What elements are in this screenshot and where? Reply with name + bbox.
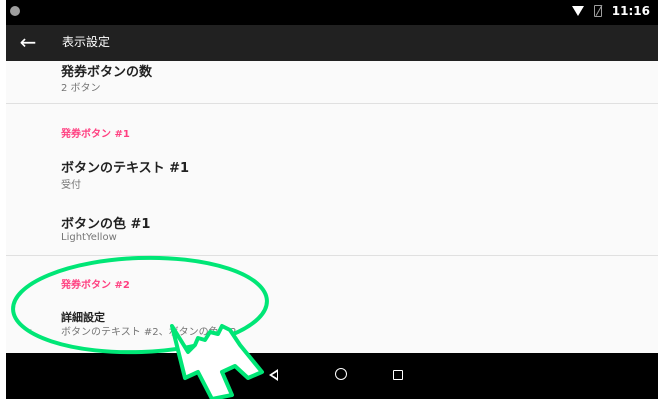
list-item-ticket-count[interactable]: 発券ボタンの数 2 ボタン xyxy=(6,61,658,103)
page-title: 表示設定 xyxy=(62,35,111,49)
status-bar: 11:16 xyxy=(6,0,658,25)
nav-recents-icon[interactable] xyxy=(388,365,408,385)
item-summary: 2 ボタン xyxy=(61,83,101,94)
item-summary: ボタンのテキスト #2、ボタンの色 #2 xyxy=(61,327,237,338)
device-screen: 11:16 ← 表示設定 発券ボタンの数 2 ボタン 発券ボタン #1 ボタンの… xyxy=(6,0,658,399)
category-header: 発券ボタン #1 xyxy=(61,129,130,140)
status-time: 11:16 xyxy=(611,4,650,18)
chevron-down-icon: ⌄ xyxy=(24,321,35,335)
item-summary: 受付 xyxy=(61,180,81,191)
no-sim-icon xyxy=(593,5,602,17)
app-bar: ← 表示設定 xyxy=(6,25,658,61)
navigation-bar xyxy=(6,353,658,399)
nav-home-icon[interactable] xyxy=(331,365,351,385)
list-item-button-text-1[interactable]: ボタンのテキスト #1 受付 xyxy=(6,149,658,197)
wifi-icon xyxy=(571,6,584,16)
item-summary: LightYellow xyxy=(61,232,117,243)
nav-back-icon[interactable] xyxy=(264,365,284,385)
notification-dot-icon xyxy=(10,6,20,16)
divider xyxy=(6,103,658,104)
item-title: ボタンの色 #1 xyxy=(61,217,151,232)
item-title: ボタンのテキスト #1 xyxy=(61,161,190,176)
back-arrow-icon[interactable]: ← xyxy=(16,30,40,54)
item-title: 発券ボタンの数 xyxy=(61,65,153,80)
list-item-button-color-1[interactable]: ボタンの色 #1 LightYellow xyxy=(6,205,658,255)
category-header: 発券ボタン #2 xyxy=(61,280,130,291)
settings-list: 発券ボタンの数 2 ボタン 発券ボタン #1 ボタンのテキスト #1 受付 ボタ… xyxy=(6,61,658,353)
status-icons: 11:16 xyxy=(571,4,650,18)
divider xyxy=(6,255,658,256)
list-item-advanced-settings[interactable]: ⌄ 詳細設定 ボタンのテキスト #2、ボタンの色 #2 xyxy=(6,301,658,351)
